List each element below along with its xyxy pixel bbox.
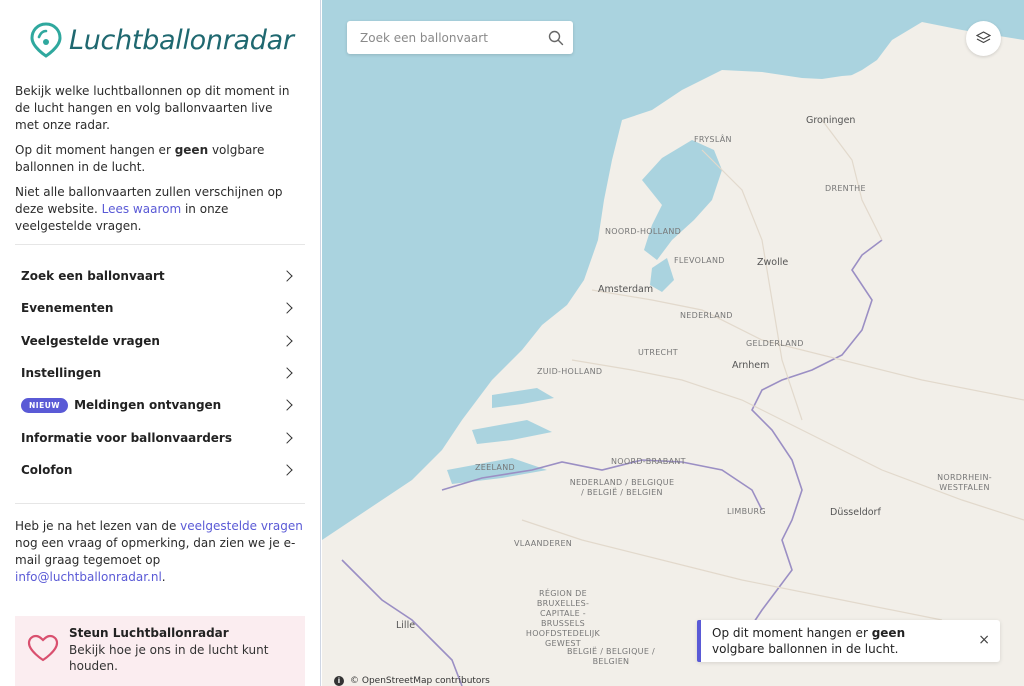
map-label-noord-brabant: NOORD-BRABANT: [611, 457, 686, 466]
map-label-zwolle: Zwolle: [757, 257, 789, 268]
map-label-zeeland: ZEELAND: [475, 463, 515, 472]
chevron-right-icon: [281, 399, 293, 411]
map-label-belgium: BELGIË / BELGIQUE / BELGIEN: [566, 647, 656, 666]
support-banner[interactable]: Steun Luchtballonradar Bekijk hoe je ons…: [15, 616, 305, 686]
email-link[interactable]: info@luchtballonradar.nl: [15, 570, 162, 584]
map-label-noord-holland: NOORD-HOLLAND: [605, 227, 682, 236]
chevron-right-icon: [281, 464, 293, 476]
intro-paragraph-1: Bekijk welke luchtballonnen op dit momen…: [15, 84, 290, 132]
menu-item-colofon[interactable]: Colofon: [15, 454, 305, 486]
read-why-link[interactable]: Lees waarom: [102, 202, 182, 216]
faq-link[interactable]: veelgestelde vragen: [180, 519, 303, 533]
logo-text: Luchtballonradar: [69, 24, 294, 56]
search-input[interactable]: [358, 29, 542, 46]
map-label-arnhem: Arnhem: [732, 360, 770, 371]
chevron-right-icon: [281, 367, 293, 379]
menu-item-search-flight[interactable]: Zoek een ballonvaart: [15, 260, 305, 292]
intro-paragraph-3: Niet alle ballonvaarten zullen verschijn…: [15, 185, 283, 233]
map-label-groningen: Groningen: [806, 115, 856, 126]
divider: [15, 244, 305, 245]
info-icon[interactable]: i: [334, 676, 344, 686]
layers-button[interactable]: [966, 21, 1001, 56]
map-label-vlaanderen: VLAANDEREN: [514, 539, 573, 548]
map-label-brussels: RÉGION DE BRUXELLES-CAPITALE - BRUSSELS …: [525, 589, 601, 648]
intro-text: Bekijk welke luchtballonnen op dit momen…: [15, 83, 300, 243]
map-label-amsterdam: Amsterdam: [598, 284, 654, 295]
chevron-right-icon: [281, 431, 293, 444]
new-badge: NIEUW: [21, 397, 69, 413]
status-toast: Op dit moment hangen er geen volgbare ba…: [697, 620, 1000, 662]
chevron-right-icon: [281, 270, 293, 282]
balloon-pin-icon: [30, 22, 62, 58]
map-label-drenthe: DRENTHE: [825, 184, 866, 193]
map-label-flevoland: FLEVOLAND: [674, 256, 725, 265]
search-bar[interactable]: [347, 21, 573, 54]
map-label-dusseldorf: Düsseldorf: [830, 507, 881, 518]
close-icon[interactable]: ×: [978, 632, 990, 648]
map-label-gelderland: GELDERLAND: [746, 339, 804, 348]
sidebar-menu: Zoek een ballonvaart Evenementen Veelges…: [15, 260, 305, 486]
chevron-right-icon: [281, 302, 293, 315]
map-label-nl-be-border: NEDERLAND / BELGIQUE / BELGIË / BELGIEN: [569, 478, 675, 497]
map-label-nrw: NORDRHEIN-WESTFALEN: [937, 473, 992, 492]
map-label-utrecht: UTRECHT: [638, 348, 678, 357]
map-label-nederland: NEDERLAND: [680, 311, 733, 320]
map-attribution: i © OpenStreetMap contributors: [334, 676, 490, 686]
menu-item-notifications[interactable]: NIEUW Meldingen ontvangen: [15, 389, 305, 421]
contact-text: Heb je na het lezen van de veelgestelde …: [15, 519, 303, 584]
map-tiles: [322, 0, 1024, 686]
chevron-right-icon: [281, 335, 293, 347]
support-subtitle: Bekijk hoe je ons in de lucht kunt houde…: [69, 643, 269, 673]
heart-icon: [27, 634, 59, 662]
map-label-lille: Lille: [396, 620, 416, 631]
logo[interactable]: Luchtballonradar: [29, 20, 294, 60]
intro-paragraph-2: Op dit moment hangen er geen volgbare ba…: [15, 143, 265, 174]
toast-accent-bar: [697, 620, 701, 662]
menu-item-settings[interactable]: Instellingen: [15, 357, 305, 389]
map-view[interactable]: FRYSLÂN Groningen DRENTHE NOORD-HOLLAND …: [322, 0, 1024, 686]
search-icon[interactable]: [548, 30, 564, 46]
support-title: Steun Luchtballonradar: [69, 626, 229, 640]
sidebar: Luchtballonradar Bekijk welke luchtballo…: [0, 0, 321, 686]
map-label-zuid-holland: ZUID-HOLLAND: [537, 367, 603, 376]
layers-icon: [976, 31, 991, 44]
menu-item-pilot-info[interactable]: Informatie voor ballonvaarders: [15, 421, 305, 453]
map-label-limburg: LIMBURG: [727, 507, 766, 516]
map-label-fryslan: FRYSLÂN: [694, 135, 732, 144]
menu-item-faq[interactable]: Veelgestelde vragen: [15, 325, 305, 357]
divider: [15, 503, 305, 504]
menu-item-events[interactable]: Evenementen: [15, 292, 305, 324]
toast-message: Op dit moment hangen er geen volgbare ba…: [712, 626, 906, 656]
